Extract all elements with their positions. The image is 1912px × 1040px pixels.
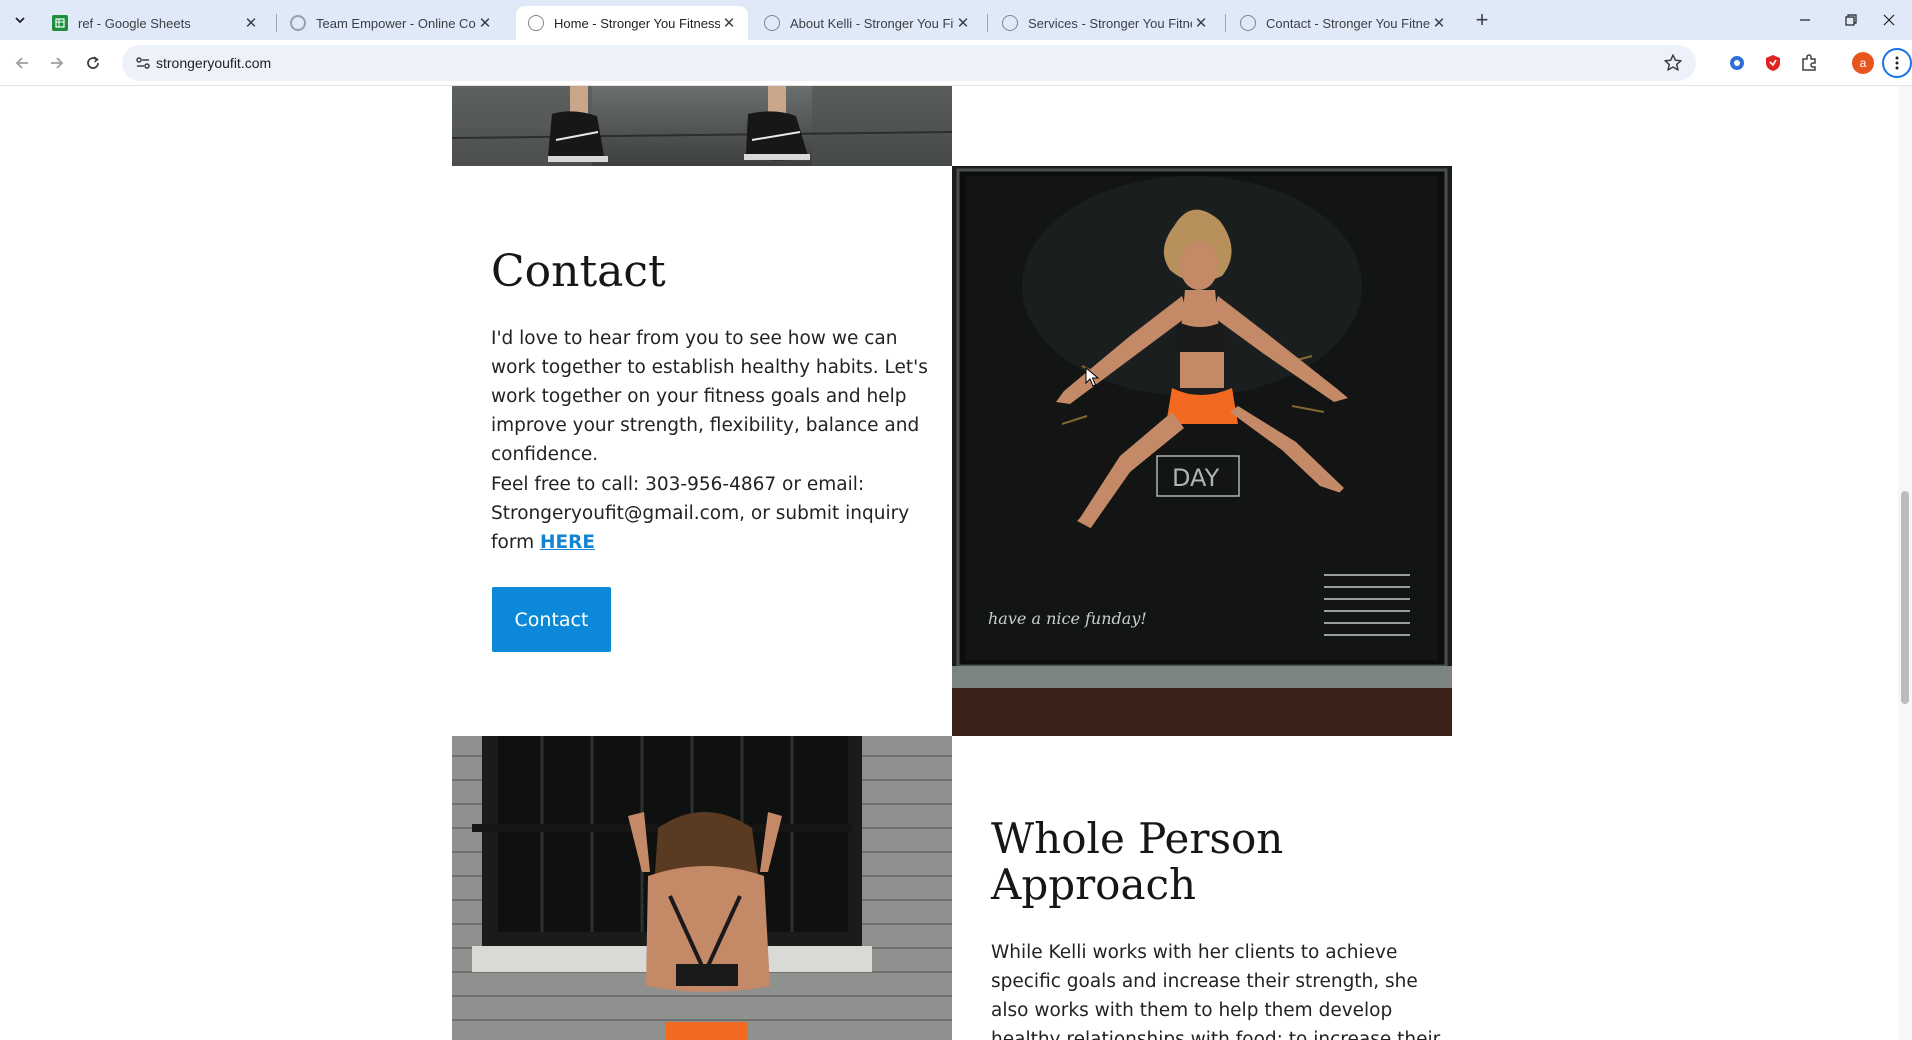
tab-divider	[276, 14, 277, 32]
whole-person-text-line: specific goals and increase their streng…	[991, 971, 1418, 992]
minimize-button[interactable]	[1782, 0, 1828, 40]
browser-tab[interactable]: About Kelli - Stronger You Fitne ✕	[752, 6, 982, 40]
minimize-icon	[1800, 19, 1810, 21]
tab-title: About Kelli - Stronger You Fitne	[790, 15, 954, 31]
tab-title: Home - Stronger You Fitness	[554, 15, 720, 31]
browser-tab-active[interactable]: Home - Stronger You Fitness ✕	[516, 6, 748, 40]
window-close-button[interactable]	[1866, 0, 1912, 40]
browser-tab[interactable]: Contact - Stronger You Fitness ✕	[1228, 6, 1458, 40]
close-window-icon	[1883, 14, 1895, 26]
page-scrollbar[interactable]	[1898, 86, 1912, 1040]
sheets-icon	[52, 15, 68, 31]
jumping-woman-photo: DAY have a nice funday!	[952, 166, 1452, 736]
url-text[interactable]: strongeryoufit.com	[156, 55, 271, 71]
contact-heading: Contact	[491, 246, 666, 297]
contact-button[interactable]: Contact	[492, 587, 611, 652]
chrome-menu-button[interactable]	[1882, 48, 1912, 78]
reload-button[interactable]	[78, 48, 108, 78]
close-icon[interactable]: ✕	[954, 14, 972, 32]
mouse-cursor-icon	[1085, 367, 1099, 387]
whole-person-heading-line2: Approach	[991, 860, 1197, 909]
whole-person-text-line: While Kelli works with her clients to ac…	[991, 942, 1398, 963]
whole-person-text-line: healthy relationships with food; to incr…	[991, 1029, 1441, 1040]
new-tab-button[interactable]: +	[1470, 7, 1494, 32]
close-icon[interactable]: ✕	[242, 14, 260, 32]
tab-search-button[interactable]	[8, 8, 32, 32]
tab-title: Team Empower - Online Coachi	[316, 15, 476, 31]
globe-icon	[528, 15, 544, 31]
whole-person-heading-line1: Whole Person	[991, 814, 1284, 863]
scrollbar-thumb[interactable]	[1901, 491, 1909, 704]
whole-person-text: While Kelli works with her clients to ac…	[991, 938, 1451, 1040]
browser-tab[interactable]: Services - Stronger You Fitness ✕	[990, 6, 1220, 40]
whole-person-text-line: also works with them to help them develo…	[991, 1000, 1393, 1021]
globe-icon	[764, 15, 780, 31]
tab-title: ref - Google Sheets	[78, 15, 191, 31]
close-icon[interactable]: ✕	[720, 14, 738, 32]
shield-extension-icon[interactable]	[1763, 53, 1783, 73]
extensions-puzzle-icon[interactable]	[1799, 53, 1819, 73]
close-icon[interactable]: ✕	[1430, 14, 1448, 32]
extension-puzzle-blue-icon[interactable]	[1727, 53, 1747, 73]
more-vertical-icon	[1895, 56, 1899, 70]
browser-toolbar: strongeryoufit.com a	[0, 40, 1912, 86]
tab-title: Services - Stronger You Fitness	[1028, 15, 1192, 31]
address-bar[interactable]: strongeryoufit.com	[122, 45, 1696, 81]
globe-icon	[1002, 15, 1018, 31]
forward-arrow-icon	[51, 57, 64, 69]
page-icon	[290, 15, 306, 31]
tab-divider	[987, 14, 988, 32]
contact-info-text: Feel free to call: 303-956-4867 or email…	[491, 470, 911, 557]
chevron-down-icon	[15, 17, 25, 24]
browser-tab[interactable]: ref - Google Sheets ✕	[40, 6, 270, 40]
globe-icon	[1240, 15, 1256, 31]
close-icon[interactable]: ✕	[1192, 14, 1210, 32]
pullup-woman-photo	[452, 736, 952, 1040]
tab-divider	[1225, 14, 1226, 32]
back-button[interactable]	[7, 48, 37, 78]
reload-icon	[87, 56, 99, 69]
tab-title: Contact - Stronger You Fitness	[1266, 15, 1430, 31]
inquiry-form-link[interactable]: HERE	[540, 532, 595, 553]
window-script-text: have a nice funday!	[988, 609, 1147, 628]
back-arrow-icon	[15, 57, 28, 69]
restore-icon	[1845, 14, 1857, 26]
whole-person-heading: Whole Person Approach	[991, 816, 1283, 908]
sneakers-photo	[452, 86, 952, 166]
forward-button[interactable]	[42, 48, 72, 78]
site-settings-icon[interactable]	[134, 54, 152, 72]
profile-avatar[interactable]: a	[1852, 52, 1874, 74]
web-page: Contact I'd love to hear from you to see…	[0, 86, 1912, 1040]
tab-strip: ref - Google Sheets ✕ Team Empower - Onl…	[0, 0, 1912, 40]
contact-intro-text: I'd love to hear from you to see how we …	[491, 328, 928, 465]
window-sign-text: DAY	[1172, 464, 1220, 492]
close-icon[interactable]: ✕	[476, 14, 494, 32]
browser-tab[interactable]: Team Empower - Online Coachi ✕	[278, 6, 504, 40]
bookmark-star-icon[interactable]	[1662, 52, 1684, 74]
